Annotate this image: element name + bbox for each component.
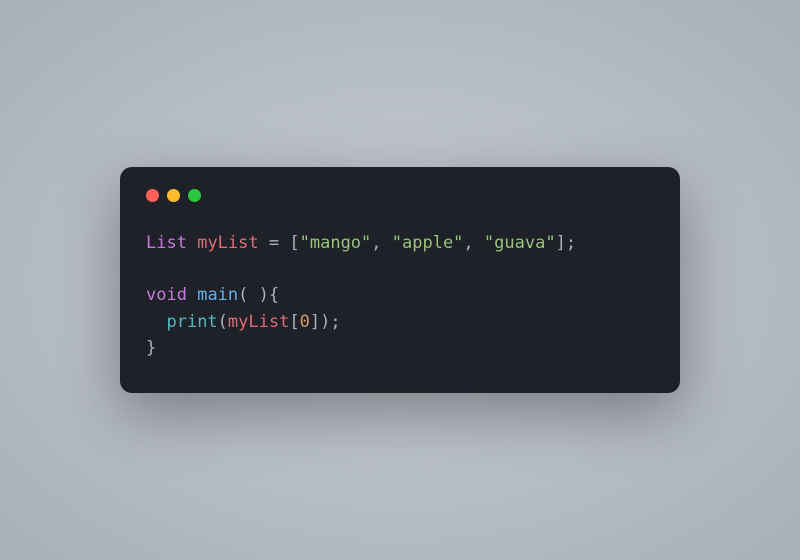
keyword-type: List [146, 233, 187, 253]
brace-close: } [146, 338, 156, 358]
semicolon: ; [330, 312, 340, 332]
minimize-icon[interactable] [167, 189, 180, 202]
variable-name: myList [197, 233, 258, 253]
keyword-void: void [146, 285, 187, 305]
semicolon: ; [566, 233, 576, 253]
code-window: List myList = ["mango", "apple", "guava"… [120, 167, 680, 394]
close-icon[interactable] [146, 189, 159, 202]
variable-ref: myList [228, 312, 289, 332]
number-literal: 0 [300, 312, 310, 332]
parentheses: ( ) [238, 285, 269, 305]
string-literal: "apple" [392, 233, 464, 253]
code-block: List myList = ["mango", "apple", "guava"… [146, 230, 654, 362]
string-literal: "guava" [484, 233, 556, 253]
bracket-open: [ [289, 233, 299, 253]
function-main: main [197, 285, 238, 305]
function-print: print [166, 312, 217, 332]
maximize-icon[interactable] [188, 189, 201, 202]
brace-open: { [269, 285, 279, 305]
string-literal: "mango" [300, 233, 372, 253]
operator-assign: = [269, 233, 279, 253]
bracket-close: ] [556, 233, 566, 253]
window-controls [146, 189, 654, 202]
